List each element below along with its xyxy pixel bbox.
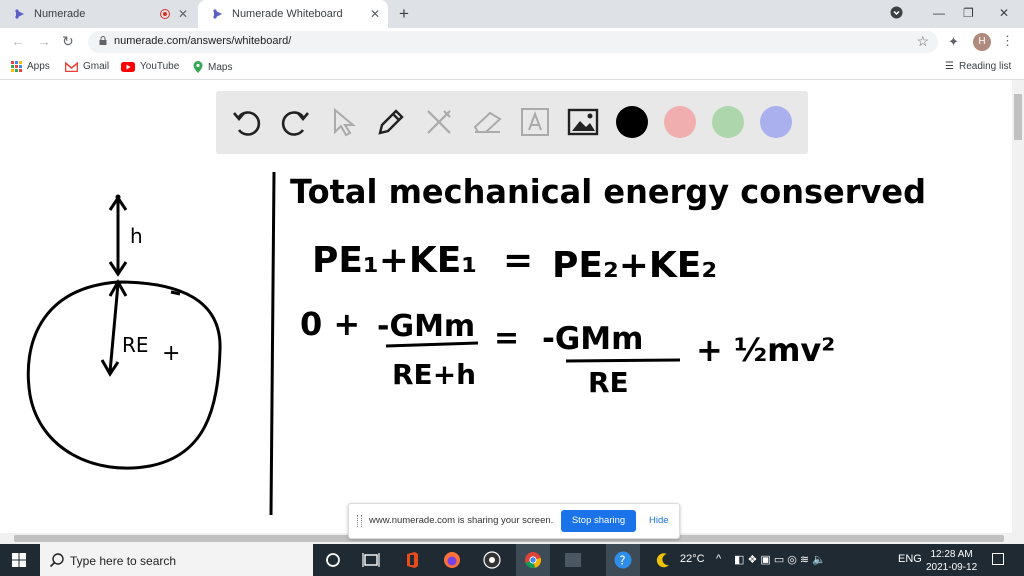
stop-sharing-button[interactable]: Stop sharing [561,510,636,532]
equation-left-side: PE₁+KE₁ [312,240,477,281]
equals-sign: = [503,240,533,281]
screen-share-banner: www.numerade.com is sharing your screen.… [348,503,680,539]
equation-title: Total mechanical energy conserved [290,172,926,211]
vertical-scrollbar[interactable] [1012,80,1024,533]
share-message: www.numerade.com is sharing your screen. [369,515,554,526]
taskbar-clock[interactable]: 12:28 AM 2021-09-12 [926,548,977,574]
language-indicator[interactable]: ENG [898,553,922,565]
drag-handle-icon[interactable] [357,515,362,527]
obs-icon[interactable] [482,550,502,570]
task-view-icon[interactable] [361,550,381,570]
app-window-icon[interactable] [563,550,583,570]
search-placeholder: Type here to search [70,554,177,568]
clock-time: 12:28 AM [930,549,973,560]
equation-right-side: PE₂+KE₂ [552,245,717,286]
windows-taskbar: Type here to search ? 22°C ^ ◧ ❖ ▣ ▭ ◎ ≋… [0,544,1024,576]
chrome-icon[interactable] [523,550,543,570]
fraction-1-numerator: -GMm [377,309,475,344]
svg-text:?: ? [619,554,625,568]
taskbar-search-box[interactable]: Type here to search [40,544,313,576]
search-icon [49,553,64,568]
fraction-2-bar [565,358,681,363]
firefox-icon[interactable] [442,550,462,570]
height-arrow [108,195,128,277]
satellite-dot [115,194,121,200]
equals-sign: = [494,321,519,356]
zero-term: 0 + [300,305,360,343]
windows-start-icon[interactable] [12,553,26,567]
help-icon[interactable]: ? [613,550,633,570]
hide-banner-link[interactable]: Hide [649,515,669,526]
kinetic-term: + ½mv² [696,331,835,369]
fraction-2-denominator: RE [588,366,629,399]
earth-center-mark: + [162,341,180,366]
clock-date: 2021-09-12 [926,562,978,573]
fraction-1-denominator: RE+h [392,358,476,391]
tray-icons[interactable]: ◧ ❖ ▣ ▭ ◎ ≋ 🔈 [734,553,826,566]
scroll-thumb[interactable] [1014,94,1022,140]
label-h: h [130,224,143,248]
weather-icon [656,553,669,568]
tray-chevron-icon[interactable]: ^ [716,553,721,565]
fraction-2-numerator: -GMm [542,321,643,357]
label-re: RE [122,333,149,357]
notification-icon[interactable] [992,553,1004,565]
board-divider [269,171,276,516]
temperature[interactable]: 22°C [680,553,705,565]
pen-mark [170,290,181,296]
cortana-icon[interactable] [323,550,343,570]
whiteboard-canvas[interactable]: h RE + Total mechanical energy conserved… [0,0,1012,533]
office-icon[interactable] [402,550,422,570]
radius-arrow [100,278,128,377]
earth-circle [26,280,222,470]
